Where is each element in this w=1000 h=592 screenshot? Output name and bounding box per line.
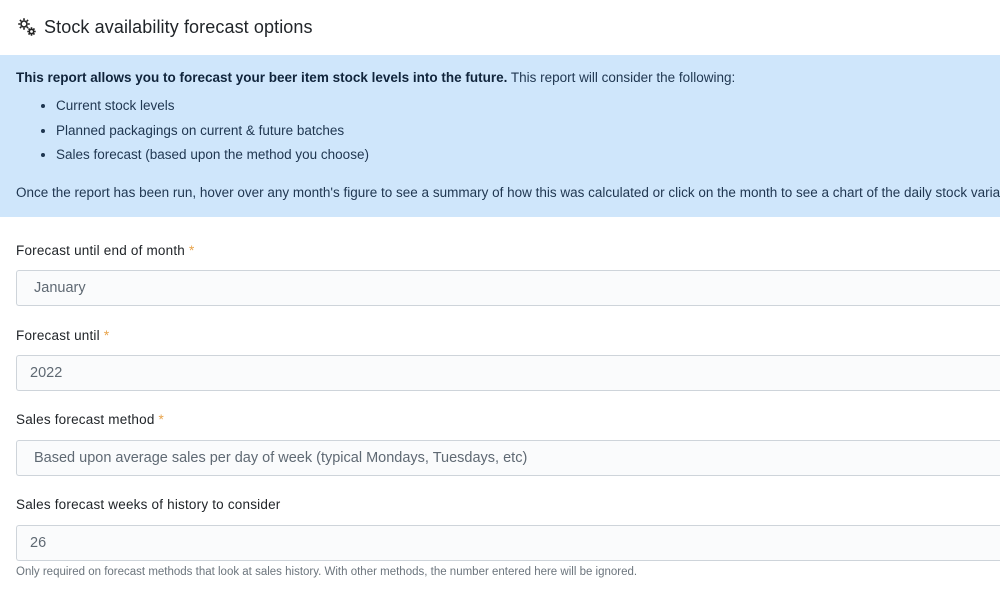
month-select[interactable]: January <box>16 270 1000 306</box>
required-marker: * <box>189 243 195 258</box>
required-marker: * <box>103 328 110 343</box>
method-select[interactable]: Based upon average sales per day of week… <box>16 440 1000 476</box>
weeks-label-text: Sales forecast weeks of history to consi… <box>16 497 281 512</box>
info-list: Current stock levels Planned packagings … <box>16 94 984 168</box>
weeks-label: Sales forecast weeks of history to consi… <box>16 497 280 512</box>
info-intro: This report allows you to forecast your … <box>16 69 984 87</box>
weeks-input[interactable]: 26 <box>16 525 1000 561</box>
required-marker: * <box>158 412 164 427</box>
month-select-value: January <box>34 280 86 296</box>
method-label: Sales forecast method * <box>16 412 164 427</box>
weeks-help-text: Only required on forecast methods that l… <box>16 566 638 578</box>
page-title: Stock availability forecast options <box>44 16 313 37</box>
weeks-input-value: 26 <box>30 535 47 551</box>
year-label: Forecast until * <box>16 328 109 343</box>
info-list-item: Planned packagings on current & future b… <box>56 119 984 144</box>
year-label-text: Forecast until <box>16 328 100 343</box>
year-input-value: 2022 <box>30 365 63 381</box>
gears-icon <box>16 16 38 38</box>
year-input[interactable]: 2022 <box>16 355 1000 391</box>
month-label: Forecast until end of month * <box>16 243 194 258</box>
info-intro-rest: This report will consider the following: <box>507 70 736 85</box>
info-alert: This report allows you to forecast your … <box>0 55 1000 217</box>
info-list-item: Sales forecast (based upon the method yo… <box>56 143 984 168</box>
info-outro: Once the report has been run, hover over… <box>16 185 1000 200</box>
method-select-value: Based upon average sales per day of week… <box>34 450 528 466</box>
info-intro-bold: This report allows you to forecast your … <box>16 70 508 85</box>
method-label-text: Sales forecast method <box>16 412 155 427</box>
month-label-text: Forecast until end of month <box>16 243 185 258</box>
page-header: Stock availability forecast options <box>0 0 1000 54</box>
info-list-item: Current stock levels <box>56 94 984 119</box>
